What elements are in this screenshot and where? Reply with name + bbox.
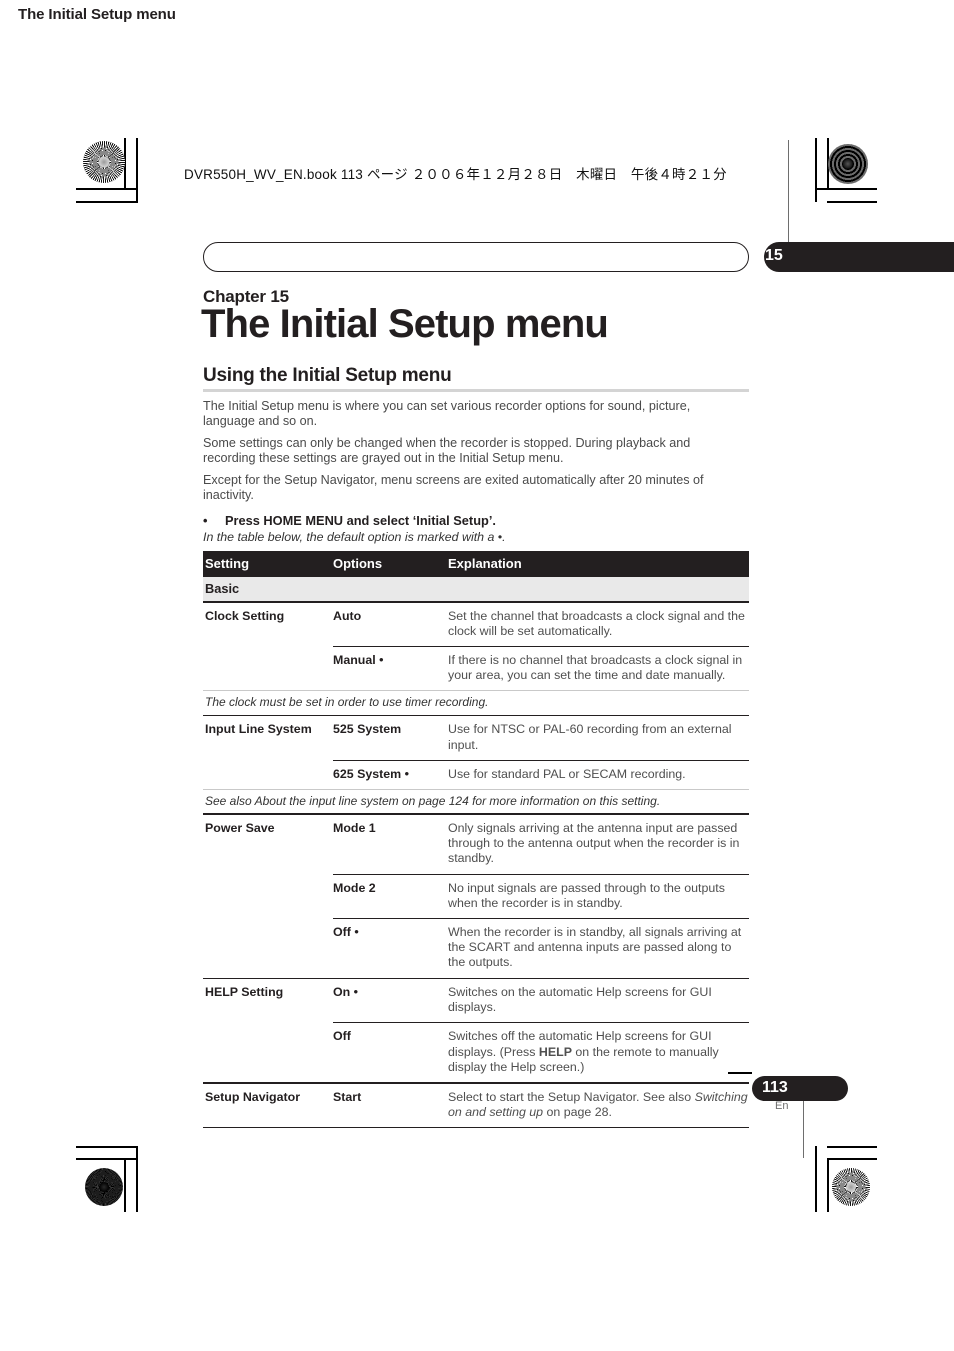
- table-header-row: Setting Options Explanation: [203, 551, 749, 577]
- row-setting: Clock Setting: [205, 608, 285, 623]
- instruction-bullet: • Press HOME MENU and select ‘Initial Set…: [203, 513, 741, 529]
- table-row: 625 System • Use for standard PAL or SEC…: [203, 761, 749, 789]
- page-title: The Initial Setup menu: [201, 302, 609, 346]
- row-option: Auto: [333, 608, 362, 623]
- row-explanation: Set the channel that broadcasts a clock …: [448, 608, 745, 638]
- crop-mark-bottom-left-vertical: [124, 1158, 126, 1212]
- page-language-code: En: [775, 1100, 789, 1112]
- row-setting: [203, 881, 333, 911]
- row-explanation: Select to start the Setup Navigator. See…: [448, 1090, 749, 1120]
- table-row: Manual • If there is no channel that bro…: [203, 647, 749, 690]
- crop-mark-bottom-left-horizontal: [76, 1158, 138, 1160]
- registration-starburst-bottom-left: [85, 1168, 123, 1206]
- row-setting: [203, 925, 333, 971]
- default-option-note: In the table below, the default option i…: [203, 530, 506, 544]
- row-setting: Setup Navigator: [205, 1089, 301, 1104]
- intro-paragraph-3: Except for the Setup Navigator, menu scr…: [203, 473, 704, 503]
- table-row: Input Line System 525 System Use for NTS…: [203, 716, 749, 759]
- crop-mark-bottom-right-horizontal: [827, 1158, 877, 1160]
- row-explanation: Use for standard PAL or SECAM recording.: [448, 766, 686, 781]
- registration-target-right-upper: [824, 205, 858, 239]
- registration-target-bottom-center: [460, 1165, 494, 1199]
- intro-paragraph-1: The Initial Setup menu is where you can …: [203, 399, 691, 429]
- table-row: HELP Setting On • Switches on the automa…: [203, 979, 749, 1022]
- table-row: Mode 2 No input signals are passed throu…: [203, 875, 749, 918]
- running-head-label: The Initial Setup menu: [18, 6, 176, 23]
- registration-target-right-lower: [824, 1117, 858, 1151]
- row-explanation-post: on page 28.: [543, 1104, 612, 1119]
- crop-mark-bottom-right-vertical: [827, 1158, 829, 1212]
- intro-paragraph-2: Some settings can only be changed when t…: [203, 436, 691, 466]
- page-number: 113: [762, 1079, 788, 1096]
- rule-table-bottom: [203, 1126, 749, 1129]
- column-header-options: Options: [333, 556, 383, 571]
- chapter-tab-number: 15: [765, 247, 783, 264]
- row-explanation-bold: HELP: [538, 1044, 572, 1059]
- book-file-header: DVR550H_WV_EN.book 113 ページ ２００６年１２月２８日 木…: [184, 167, 727, 182]
- crop-mark-top-left-horizontal-inner: [76, 201, 138, 203]
- crop-mark-top-right-horizontal: [815, 188, 877, 190]
- row-setting: HELP Setting: [205, 985, 284, 1000]
- row-option: Manual •: [333, 652, 384, 667]
- row-explanation: Switches off the automatic Help screens …: [448, 1029, 749, 1075]
- chapter-tab: [764, 242, 954, 272]
- table-row: Off Switches off the automatic Help scre…: [203, 1023, 749, 1082]
- column-header-explanation: Explanation: [448, 556, 522, 571]
- row-option: On •: [333, 985, 358, 1000]
- row-option: 625 System •: [333, 766, 409, 781]
- table-row: Power Save Mode 1 Only signals arriving …: [203, 815, 749, 874]
- row-explanation: Use for NTSC or PAL-60 recording from an…: [448, 722, 732, 752]
- crop-mark-bottom-left-vertical-inner: [136, 1146, 138, 1212]
- row-setting: [203, 653, 333, 683]
- row-explanation: When the recorder is in standby, all sig…: [448, 924, 742, 970]
- table-row: Clock Setting Auto Set the channel that …: [203, 603, 749, 646]
- row-setting: [203, 1029, 333, 1075]
- registration-target-top-header: [148, 155, 182, 189]
- instruction-bullet-text: Press HOME MENU and select ‘Initial Setu…: [225, 513, 496, 528]
- running-head-pill: [203, 242, 749, 272]
- row-option: Off: [333, 1029, 351, 1044]
- crop-mark-top-right-horizontal-inner: [827, 201, 877, 203]
- row-explanation: Switches on the automatic Help screens f…: [448, 985, 712, 1015]
- registration-starburst-top-left: [83, 141, 125, 183]
- registration-target-left-upper: [95, 205, 129, 239]
- table-note-input-line: See also About the input line system on …: [205, 793, 661, 808]
- row-option: Mode 1: [333, 820, 376, 835]
- table-section-label: Basic: [205, 581, 240, 596]
- section-heading: Using the Initial Setup menu: [203, 365, 452, 386]
- table-row: Off • When the recorder is in standby, a…: [203, 919, 749, 978]
- row-setting: Input Line System: [205, 722, 312, 737]
- row-explanation: No input signals are passed through to t…: [448, 880, 725, 910]
- row-explanation: If there is no channel that broadcasts a…: [448, 652, 743, 683]
- crop-mark-top-left-horizontal: [76, 188, 138, 190]
- row-explanation: Only signals arriving at the antenna inp…: [448, 820, 740, 866]
- row-option: 525 System: [333, 722, 402, 737]
- crop-mark-top-right-vertical-inner: [815, 138, 817, 202]
- row-setting: Power Save: [205, 820, 275, 835]
- table-note-clock: The clock must be set in order to use ti…: [205, 695, 489, 710]
- table-row: Setup Navigator Start Select to start th…: [203, 1084, 749, 1127]
- registration-target-chapter-tab: [772, 212, 806, 246]
- crop-mark-bottom-right-vertical-inner: [815, 1146, 817, 1212]
- row-setting: [203, 767, 333, 782]
- row-option: Mode 2: [333, 880, 376, 895]
- registration-starburst-top-right: [828, 144, 868, 184]
- section-heading-rule: [203, 389, 749, 392]
- row-option: Off •: [333, 924, 359, 939]
- registration-target-bottom-left: [148, 1165, 182, 1199]
- row-explanation-pre: Select to start the Setup Navigator. See…: [448, 1089, 695, 1104]
- column-header-setting: Setting: [205, 556, 250, 571]
- row-option: Start: [333, 1089, 362, 1104]
- table-section-basic: Basic: [203, 577, 749, 601]
- settings-table: Setting Options Explanation Basic Clock …: [203, 551, 749, 1129]
- crop-mark-top-left-vertical-inner: [136, 138, 138, 202]
- registration-target-bottom-right: [771, 1165, 805, 1199]
- registration-target-left-lower: [95, 1117, 129, 1151]
- registration-starburst-bottom-right: [832, 1168, 870, 1206]
- bullet-marker: •: [203, 513, 208, 528]
